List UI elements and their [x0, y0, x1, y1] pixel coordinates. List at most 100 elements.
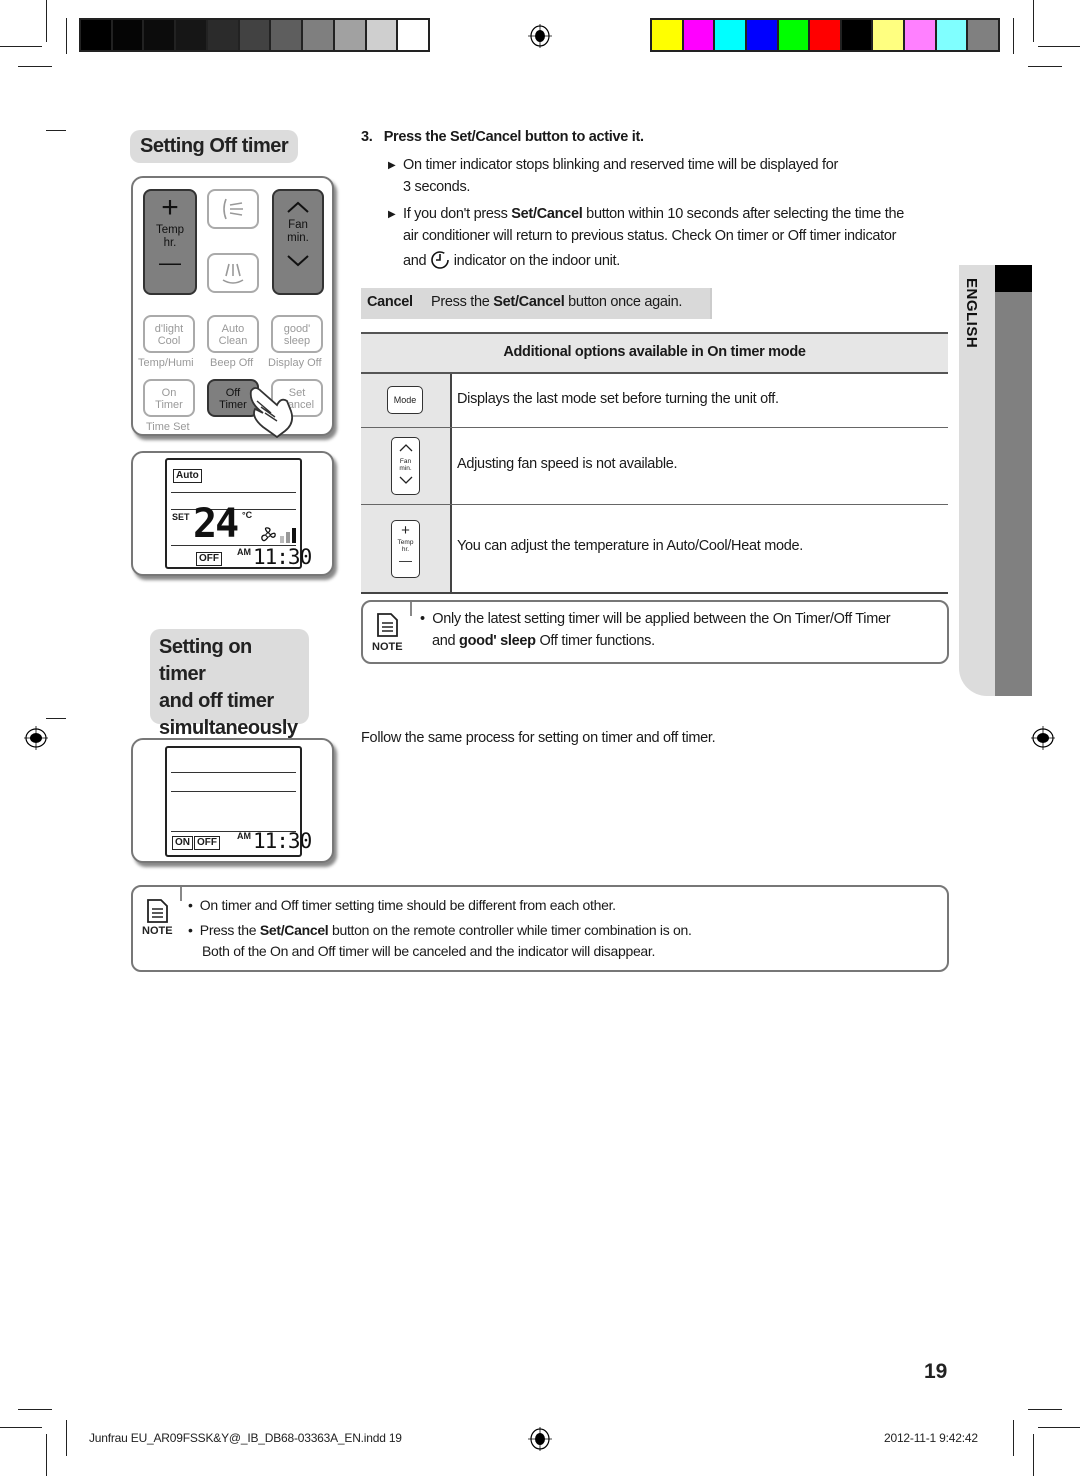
crop-mark	[1028, 1409, 1062, 1410]
chevron-down-icon	[399, 476, 412, 484]
color-swatch	[239, 20, 270, 50]
language-tab-label: ENGLISH	[963, 278, 980, 349]
btn-label: good'	[283, 323, 311, 335]
color-swatch	[398, 20, 429, 50]
grayscale-bar	[79, 18, 430, 52]
remote-display-on-off-timer: ON OFF AM 11:30	[131, 738, 334, 863]
hr-label: hr.	[163, 237, 177, 249]
bold-text: Set/Cancel	[259, 922, 329, 938]
crop-mark	[0, 1427, 42, 1428]
text: and	[432, 633, 460, 649]
bold-text: good' sleep	[459, 633, 536, 649]
text: and	[403, 253, 427, 269]
color-swatch	[746, 20, 777, 50]
min-label: min.	[399, 465, 412, 472]
crop-mark	[18, 1409, 52, 1410]
minus-icon: —	[399, 553, 412, 568]
bullet-text: On timer indicator stops blinking and re…	[403, 157, 839, 173]
color-swatch	[81, 20, 111, 50]
step-3-heading: 3. Press the Set/Cancel button to active…	[361, 129, 644, 145]
btn-label: Timer	[155, 399, 183, 411]
sub-label-display-off: Display Off	[268, 357, 322, 369]
registration-mark-icon	[528, 24, 552, 48]
color-swatch	[873, 20, 904, 50]
crop-mark	[1038, 46, 1080, 47]
temp-button-icon: + Temp hr. —	[391, 520, 420, 578]
bullet-triangle-icon: ▶	[388, 209, 396, 220]
cancel-instruction-bar: Cancel Press the Set/Cancel button once …	[361, 288, 712, 319]
heading-text: button to active it.	[521, 129, 644, 145]
section2-body-text: Follow the same process for setting on t…	[361, 730, 716, 746]
heading-bold: Set/Cancel	[450, 129, 522, 145]
bold-text: Set/Cancel	[511, 206, 583, 222]
table-row: Fan min. Adjusting fan speed is not avai…	[361, 428, 948, 505]
options-table: Additional options available in On timer…	[361, 332, 948, 594]
color-swatch	[303, 20, 333, 50]
table-row-text: Displays the last mode set before turnin…	[457, 391, 779, 407]
crop-mark	[1028, 66, 1062, 67]
text: button within 10 seconds after selecting…	[582, 206, 904, 222]
text: On timer and Off timer setting time shou…	[199, 897, 616, 913]
tab-marker	[995, 265, 1032, 292]
text: button once again.	[564, 294, 683, 310]
crop-mark	[46, 0, 47, 42]
color-swatch	[968, 20, 999, 50]
swing-vertical-icon	[222, 263, 244, 284]
bullet-text: 3 seconds.	[403, 179, 471, 195]
crop-mark	[1033, 1434, 1034, 1476]
fan-button-icon: Fan min.	[391, 437, 420, 495]
fan-speed-icon	[261, 527, 296, 543]
crop-mark	[1013, 18, 1014, 54]
title-line: Setting on timer	[159, 636, 252, 685]
note-icon	[147, 899, 168, 923]
note-label: NOTE	[142, 925, 173, 937]
table-icon-cell: Mode	[361, 374, 452, 427]
registration-mark-icon	[528, 1427, 552, 1451]
btn-label: sleep	[283, 335, 311, 347]
swing-horizontal-button	[207, 189, 259, 229]
color-swatch	[334, 20, 365, 50]
btn-label: d'light	[154, 323, 184, 335]
note-bullet-cont: Both of the On and Off timer will be can…	[202, 943, 656, 959]
footer-file-info: Junfrau EU_AR09FSSK&Y@_IB_DB68-03363A_EN…	[89, 1431, 402, 1445]
hr-label: hr.	[401, 546, 410, 553]
swing-vertical-button	[207, 253, 259, 293]
chevron-down-icon	[287, 255, 309, 267]
color-swatch	[905, 20, 935, 50]
timer-clock-icon	[431, 251, 449, 269]
bullet-text: If you don't press Set/Cancel button wit…	[403, 206, 904, 222]
footer-timestamp: 2012-11-1 9:42:42	[884, 1431, 978, 1445]
crop-mark	[66, 18, 67, 54]
pointing-hand-icon	[249, 387, 294, 438]
color-swatch	[778, 20, 809, 50]
timer-time: 11:30	[253, 545, 312, 569]
text: If you don't press	[403, 206, 512, 222]
bullet-triangle-icon: ▶	[388, 160, 396, 171]
crop-mark	[0, 46, 42, 47]
color-swatch	[144, 20, 175, 50]
fan-label: Fan	[288, 219, 308, 231]
remote-controller-illustration: + Temp hr. — Fan min. d'light Cool Auto Cl…	[131, 176, 334, 438]
set-temperature: 24	[193, 501, 239, 547]
plus-icon: +	[161, 191, 179, 224]
sub-label-beep-off: Beep Off	[210, 357, 254, 369]
sub-label-time-set: Time Set	[146, 421, 190, 433]
color-swatch	[207, 20, 238, 50]
dlight-cool-button: d'light Cool	[143, 315, 195, 353]
btn-label: On	[161, 387, 177, 399]
registration-mark-icon	[24, 726, 48, 750]
fan-label: Fan	[399, 458, 412, 465]
crop-mark	[18, 66, 52, 67]
btn-label: Auto	[221, 323, 245, 335]
divider	[410, 602, 412, 616]
color-bar	[650, 18, 1000, 52]
crop-mark	[66, 1420, 67, 1456]
timer-time: 11:30	[253, 829, 312, 853]
table-row: + Temp hr. — You can adjust the temperat…	[361, 505, 948, 594]
text: button on the remote controller while ti…	[328, 922, 692, 938]
step-number: 3.	[361, 129, 373, 145]
good-sleep-button: good' sleep	[271, 315, 323, 353]
text: Press the	[199, 922, 260, 938]
note-icon	[377, 613, 398, 637]
crop-mark	[46, 718, 66, 719]
